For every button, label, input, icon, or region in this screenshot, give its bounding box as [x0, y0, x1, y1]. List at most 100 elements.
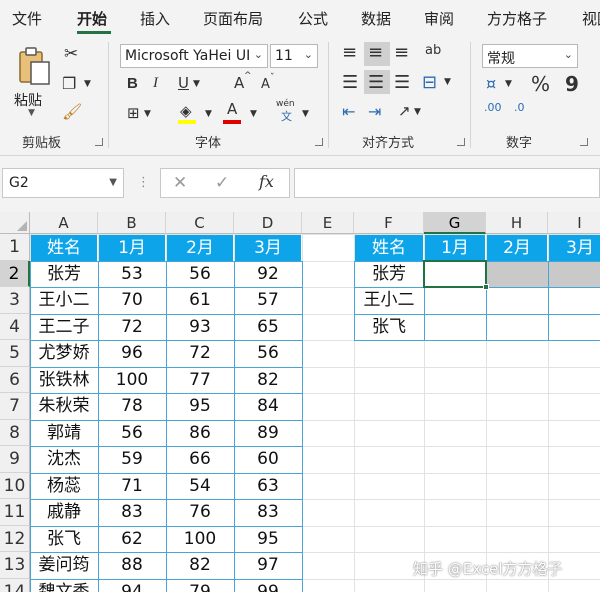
lookup-name-cell[interactable]: 王小二: [354, 287, 424, 314]
active-cell[interactable]: [423, 259, 487, 288]
source-header-cell[interactable]: 姓名: [31, 235, 98, 262]
row-header-5[interactable]: 5: [0, 340, 30, 367]
lookup-name-cell[interactable]: 张芳: [354, 261, 424, 288]
table-cell[interactable]: 70: [98, 287, 166, 314]
align-left-icon[interactable]: ☰: [342, 74, 358, 92]
table-cell[interactable]: 杨蕊: [30, 473, 98, 500]
table-cell[interactable]: 83: [98, 499, 166, 526]
select-all-corner[interactable]: [0, 212, 30, 234]
name-box[interactable]: G2 ▼: [2, 168, 124, 198]
table-cell[interactable]: 郭靖: [30, 420, 98, 447]
table-cell[interactable]: 72: [166, 340, 234, 367]
row-header-4[interactable]: 4: [0, 313, 30, 340]
phonetic-guide-label[interactable]: wén: [276, 100, 295, 109]
tab-data[interactable]: 数据: [361, 8, 391, 29]
table-cell[interactable]: 99: [234, 579, 302, 592]
table-cell[interactable]: 王小二: [30, 287, 98, 314]
increase-font-button[interactable]: A: [234, 76, 244, 91]
chevron-down-icon[interactable]: ▼: [205, 110, 212, 119]
table-cell[interactable]: 86: [166, 420, 234, 447]
column-header-g[interactable]: G: [424, 212, 486, 234]
table-cell[interactable]: 71: [98, 473, 166, 500]
tab-review[interactable]: 审阅: [424, 8, 454, 29]
alignment-launcher-icon[interactable]: [457, 138, 465, 146]
percent-button[interactable]: %: [531, 74, 550, 94]
table-cell[interactable]: 95: [166, 393, 234, 420]
row-header-11[interactable]: 11: [0, 499, 30, 526]
table-cell[interactable]: 78: [98, 393, 166, 420]
tab-file[interactable]: 文件: [12, 8, 42, 29]
source-header-cell[interactable]: 3月: [235, 235, 302, 262]
paste-button[interactable]: 粘贴 ▼: [10, 44, 54, 118]
table-cell[interactable]: 56: [234, 340, 302, 367]
number-launcher-icon[interactable]: [580, 138, 588, 146]
insert-function-icon[interactable]: fx: [259, 174, 274, 190]
align-right-icon[interactable]: ☰: [394, 74, 410, 92]
table-cell[interactable]: 57: [234, 287, 302, 314]
table-cell[interactable]: 100: [98, 367, 166, 394]
table-cell[interactable]: 65: [234, 314, 302, 341]
lookup-header-cell[interactable]: 2月: [487, 235, 548, 262]
chevron-down-icon[interactable]: ▼: [414, 108, 421, 117]
table-cell[interactable]: 张飞: [30, 526, 98, 553]
table-cell[interactable]: 张芳: [30, 261, 98, 288]
tab-fangfang[interactable]: 方方格子: [487, 8, 547, 29]
borders-icon[interactable]: ⊞: [127, 106, 140, 121]
table-cell[interactable]: 97: [234, 552, 302, 579]
tab-home[interactable]: 开始: [77, 8, 107, 29]
chevron-down-icon[interactable]: ▼: [193, 80, 200, 89]
align-middle-icon[interactable]: ≡: [368, 44, 383, 62]
row-header-13[interactable]: 13: [0, 552, 30, 579]
table-cell[interactable]: 93: [166, 314, 234, 341]
table-cell[interactable]: 92: [234, 261, 302, 288]
lookup-name-cell[interactable]: 张飞: [354, 314, 424, 341]
table-cell[interactable]: 77: [166, 367, 234, 394]
source-header-cell[interactable]: 2月: [167, 235, 234, 262]
table-cell[interactable]: 84: [234, 393, 302, 420]
font-name-select[interactable]: Microsoft YaHei UI ⌄: [120, 44, 268, 68]
column-header-e[interactable]: E: [302, 212, 354, 234]
chevron-down-icon[interactable]: ▼: [84, 80, 91, 89]
table-cell[interactable]: 88: [98, 552, 166, 579]
table-cell[interactable]: 61: [166, 287, 234, 314]
table-cell[interactable]: 朱秋荣: [30, 393, 98, 420]
row-header-6[interactable]: 6: [0, 366, 30, 393]
currency-icon[interactable]: ¤: [486, 76, 496, 92]
table-cell[interactable]: 王二子: [30, 314, 98, 341]
chevron-down-icon[interactable]: ▼: [250, 110, 257, 119]
font-color-button[interactable]: A: [227, 102, 237, 117]
table-cell[interactable]: 59: [98, 446, 166, 473]
tab-insert[interactable]: 插入: [140, 8, 170, 29]
table-cell[interactable]: 76: [166, 499, 234, 526]
chevron-down-icon[interactable]: ▼: [444, 78, 451, 87]
increase-indent-icon[interactable]: ⇥: [368, 104, 381, 120]
table-cell[interactable]: 姜问筠: [30, 552, 98, 579]
decrease-indent-icon[interactable]: ⇤: [342, 104, 355, 120]
column-header-c[interactable]: C: [166, 212, 234, 234]
decrease-decimal-icon[interactable]: .0: [514, 102, 525, 113]
wrap-text-button[interactable]: ab: [425, 44, 441, 57]
chevron-down-icon[interactable]: ▼: [144, 110, 151, 119]
table-cell[interactable]: 56: [98, 420, 166, 447]
align-bottom-icon[interactable]: ≡: [394, 44, 409, 62]
row-header-10[interactable]: 10: [0, 472, 30, 499]
table-cell[interactable]: 89: [234, 420, 302, 447]
cut-icon[interactable]: ✂: [64, 46, 78, 63]
orientation-icon[interactable]: ↗: [398, 104, 411, 119]
table-cell[interactable]: 56: [166, 261, 234, 288]
increase-decimal-icon[interactable]: .00: [484, 102, 502, 113]
table-cell[interactable]: 54: [166, 473, 234, 500]
table-cell[interactable]: 53: [98, 261, 166, 288]
tab-page-layout[interactable]: 页面布局: [203, 8, 263, 29]
table-cell[interactable]: 82: [234, 367, 302, 394]
column-header-b[interactable]: B: [98, 212, 166, 234]
column-header-i[interactable]: I: [548, 212, 600, 234]
table-cell[interactable]: 戚静: [30, 499, 98, 526]
formula-input[interactable]: [294, 168, 600, 198]
number-format-select[interactable]: 常规 ⌄: [482, 44, 578, 68]
row-header-3[interactable]: 3: [0, 287, 30, 314]
copy-icon[interactable]: ❐: [62, 76, 76, 92]
table-cell[interactable]: 魏文秀: [30, 579, 98, 592]
row-header-9[interactable]: 9: [0, 446, 30, 473]
table-cell[interactable]: 82: [166, 552, 234, 579]
